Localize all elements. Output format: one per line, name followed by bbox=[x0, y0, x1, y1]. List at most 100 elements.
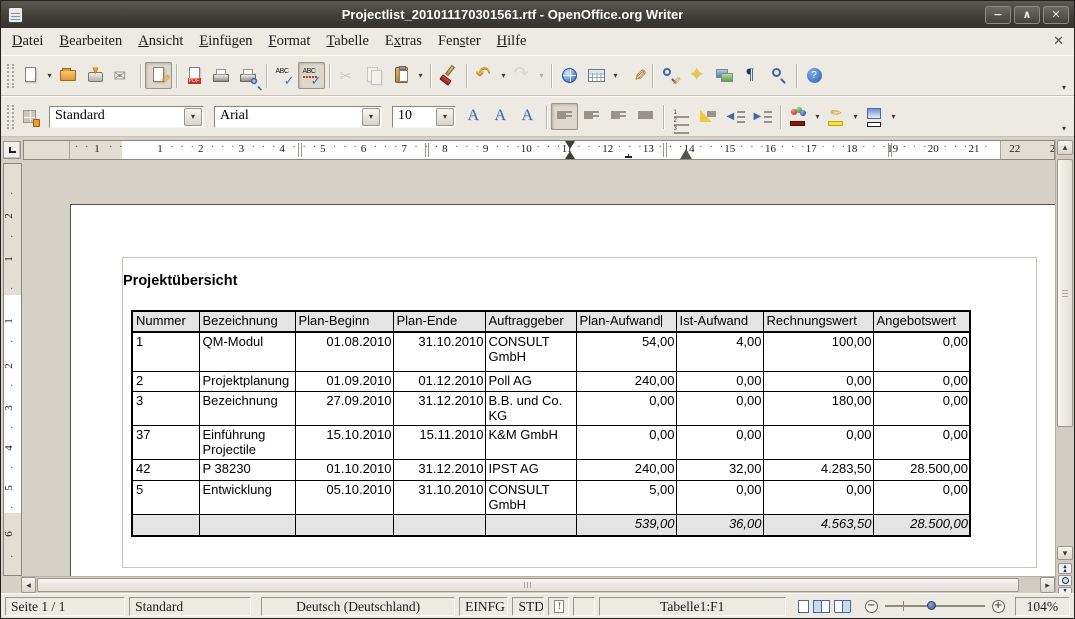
cell-r4-c4[interactable]: 15.11.2010 bbox=[393, 425, 485, 459]
cell-r6-c1[interactable]: 5 bbox=[132, 480, 199, 514]
new-document-button[interactable] bbox=[17, 62, 44, 89]
vertical-scrollbar[interactable]: ▴ ▾ ▴▴ ▾▾ bbox=[1055, 139, 1074, 593]
cell-r6-c6[interactable]: 5,00 bbox=[576, 480, 676, 514]
menu-fenster[interactable]: Fenster bbox=[430, 30, 489, 53]
tab-stop-marker[interactable] bbox=[625, 154, 632, 158]
cell-r3-c6[interactable]: 0,00 bbox=[576, 391, 676, 425]
numbered-list-button[interactable]: 123 bbox=[668, 103, 695, 130]
scroll-right-arrow[interactable]: ▸ bbox=[1040, 577, 1055, 593]
font-size-combo-arrow-icon[interactable]: ▾ bbox=[436, 108, 454, 126]
close-button[interactable]: ✕ bbox=[1043, 6, 1069, 24]
font-name-combo-value[interactable]: Arial bbox=[215, 107, 361, 127]
cell-r6-c7[interactable]: 0,00 bbox=[676, 480, 763, 514]
titlebar[interactable]: Projectlist_201011170301561.rtf - OpenOf… bbox=[1, 1, 1074, 28]
toolbar-grip[interactable] bbox=[7, 64, 14, 88]
standard-toolbar-overflow[interactable]: ▾ bbox=[1057, 83, 1071, 92]
cell-r4-c1[interactable]: 37 bbox=[132, 425, 199, 459]
language-field[interactable]: Deutsch (Deutschland) bbox=[261, 597, 455, 616]
cell-r3-c5[interactable]: B.B. und Co. KG bbox=[485, 391, 576, 425]
col-header-plan-aufwand[interactable]: Plan-Aufwand bbox=[576, 311, 676, 332]
page-number-field[interactable]: Seite 1 / 1 bbox=[5, 597, 125, 616]
total-c6[interactable]: 539,00 bbox=[576, 514, 676, 536]
table-cell-field[interactable]: Tabelle1:F1 bbox=[599, 597, 786, 616]
total-c9[interactable]: 28.500,00 bbox=[873, 514, 970, 536]
cell-r2-c4[interactable]: 01.12.2010 bbox=[393, 371, 485, 391]
cell-r2-c5[interactable]: Poll AG bbox=[485, 371, 576, 391]
cell-r6-c5[interactable]: CONSULT GmbH bbox=[485, 480, 576, 514]
paragraph-style-combo-value[interactable]: Standard bbox=[50, 107, 183, 127]
col-header-auftraggeber[interactable]: Auftraggeber bbox=[485, 311, 576, 332]
navigation-button[interactable] bbox=[1058, 575, 1072, 586]
cell-r4-c8[interactable]: 0,00 bbox=[763, 425, 873, 459]
cell-r3-c4[interactable]: 31.12.2010 bbox=[393, 391, 485, 425]
align-left-button[interactable] bbox=[551, 103, 578, 130]
menu-ansicht[interactable]: Ansicht bbox=[130, 30, 191, 53]
paste-button[interactable] bbox=[388, 62, 415, 89]
zoom-in-button[interactable]: + bbox=[992, 600, 1005, 613]
background-color-button[interactable] bbox=[861, 103, 888, 130]
increase-indent-button[interactable]: ▶ bbox=[749, 103, 776, 130]
document-page[interactable]: Projektübersicht NummerBezeichnungPlan-B… bbox=[70, 204, 1055, 576]
view-single-page-button[interactable] bbox=[798, 600, 809, 613]
paste-dropdown[interactable]: ▾ bbox=[415, 63, 426, 89]
page-preview-button[interactable] bbox=[235, 62, 262, 89]
cell-r1-c5[interactable]: CONSULT GmbH bbox=[485, 332, 576, 371]
cell-r5-c4[interactable]: 31.12.2010 bbox=[393, 459, 485, 480]
cell-r6-c9[interactable]: 0,00 bbox=[873, 480, 970, 514]
indent-marker[interactable] bbox=[565, 146, 575, 159]
underline-button[interactable]: A bbox=[515, 103, 542, 130]
highlighting-dropdown[interactable]: ▾ bbox=[850, 104, 861, 130]
bullet-list-button[interactable] bbox=[695, 103, 722, 130]
horizontal-scroll-thumb[interactable] bbox=[37, 578, 1019, 592]
cell-r2-c3[interactable]: 01.09.2010 bbox=[295, 371, 393, 391]
page-style-field[interactable]: Standard bbox=[129, 597, 251, 616]
styles-window-button[interactable] bbox=[17, 103, 44, 130]
scroll-down-arrow[interactable]: ▾ bbox=[1057, 546, 1073, 560]
scroll-left-arrow[interactable]: ◂ bbox=[21, 577, 36, 593]
cell-r4-c5[interactable]: K&M GmbH bbox=[485, 425, 576, 459]
cell-r4-c7[interactable]: 0,00 bbox=[676, 425, 763, 459]
next-page-button[interactable]: ▾▾ bbox=[1058, 587, 1072, 593]
document-heading[interactable]: Projektübersicht bbox=[123, 273, 237, 289]
cell-r6-c4[interactable]: 31.10.2010 bbox=[393, 480, 485, 514]
total-c3[interactable] bbox=[295, 514, 393, 536]
zoom-button[interactable] bbox=[765, 62, 792, 89]
font-name-combo-arrow-icon[interactable]: ▾ bbox=[362, 108, 380, 126]
cell-r3-c3[interactable]: 27.09.2010 bbox=[295, 391, 393, 425]
new-document-dropdown[interactable]: ▾ bbox=[44, 63, 55, 89]
cell-r6-c2[interactable]: Entwicklung bbox=[199, 480, 295, 514]
draw-functions-button[interactable]: ✎ bbox=[621, 62, 648, 89]
horizontal-scrollbar[interactable]: ◂ ▸ bbox=[21, 576, 1055, 593]
cell-r5-c2[interactable]: P 38230 bbox=[199, 459, 295, 480]
toolbar-grip[interactable] bbox=[7, 105, 14, 129]
cell-r5-c6[interactable]: 240,00 bbox=[576, 459, 676, 480]
tab-stop-selector[interactable] bbox=[3, 141, 21, 159]
table-column-mark[interactable] bbox=[298, 143, 302, 157]
cell-r5-c7[interactable]: 32,00 bbox=[676, 459, 763, 480]
cell-r2-c8[interactable]: 0,00 bbox=[763, 371, 873, 391]
cell-r3-c9[interactable]: 0,00 bbox=[873, 391, 970, 425]
font-name-combo[interactable]: Arial▾ bbox=[214, 106, 382, 128]
total-c1[interactable] bbox=[132, 514, 199, 536]
cell-r3-c8[interactable]: 180,00 bbox=[763, 391, 873, 425]
font-color-dropdown[interactable]: ▾ bbox=[812, 104, 823, 130]
scroll-up-arrow[interactable]: ▴ bbox=[1057, 140, 1073, 155]
col-header-ist-aufwand[interactable]: Ist-Aufwand bbox=[676, 311, 763, 332]
font-color-button[interactable] bbox=[785, 103, 812, 130]
spellcheck-button[interactable]: ABC✓ bbox=[271, 62, 298, 89]
format-paintbrush-button[interactable] bbox=[435, 62, 462, 89]
email-document-button[interactable]: ✉ bbox=[109, 62, 136, 89]
undo-button[interactable]: ↶ bbox=[471, 62, 498, 89]
italic-button[interactable]: A bbox=[488, 103, 515, 130]
zoom-percent-field[interactable]: 104% bbox=[1015, 597, 1070, 616]
navigator-button[interactable]: ✦ bbox=[684, 62, 711, 89]
nonprinting-characters-button[interactable]: ¶ bbox=[738, 62, 765, 89]
cell-r1-c3[interactable]: 01.08.2010 bbox=[295, 332, 393, 371]
menu-einfgen[interactable]: Einfügen bbox=[191, 30, 260, 53]
highlighting-button[interactable]: ✎ bbox=[823, 103, 850, 130]
right-indent-marker[interactable] bbox=[680, 143, 692, 159]
menu-format[interactable]: Format bbox=[261, 30, 319, 53]
view-multi-page-button[interactable] bbox=[813, 600, 830, 613]
cell-r5-c9[interactable]: 28.500,00 bbox=[873, 459, 970, 480]
document-close-icon[interactable]: ✕ bbox=[1053, 34, 1064, 49]
